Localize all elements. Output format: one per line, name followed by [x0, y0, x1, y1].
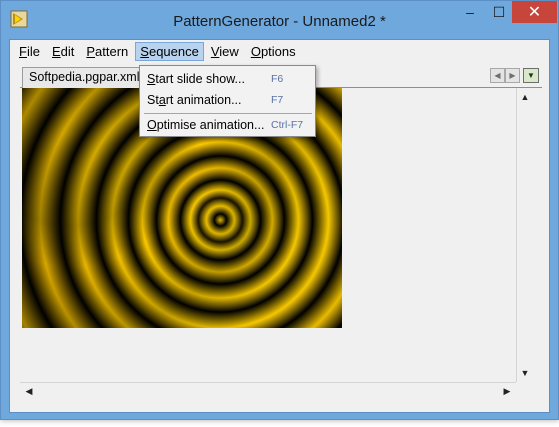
start-slide-show-item[interactable]: Start slide show... F6	[141, 68, 314, 90]
close-button[interactable]: ✕	[512, 1, 557, 23]
menu-sequence[interactable]: Sequence	[135, 41, 204, 61]
menu-file[interactable]: File	[14, 42, 45, 61]
app-window: PatternGenerator - Unnamed2 * – ☐ ✕ File…	[0, 0, 559, 420]
shortcut-label: F6	[271, 73, 284, 85]
shortcut-label: F7	[271, 94, 284, 106]
minimize-button[interactable]: –	[456, 1, 484, 23]
tab-softpedia[interactable]: Softpedia.pgpar.xml	[22, 67, 147, 88]
scroll-down-icon[interactable]: ▼	[518, 366, 532, 380]
sequence-dropdown-menu: Start slide show... F6 Start animation..…	[139, 65, 316, 137]
menu-bar: File Edit Pattern Sequence View Options	[10, 40, 549, 62]
tab-scroll-right-icon[interactable]: ▶	[505, 68, 520, 83]
horizontal-scrollbar[interactable]: ◀ ▶	[20, 382, 516, 398]
shortcut-label: Ctrl-F7	[271, 119, 304, 131]
vertical-scrollbar[interactable]: ▲ ▼	[516, 88, 532, 382]
menu-edit[interactable]: Edit	[47, 42, 79, 61]
tab-scroll-left-icon[interactable]: ◀	[490, 68, 505, 83]
optimise-animation-item[interactable]: Optimise animation... Ctrl-F7	[141, 114, 314, 136]
menu-pattern[interactable]: Pattern	[81, 42, 133, 61]
scroll-right-icon[interactable]: ▶	[500, 384, 514, 398]
menu-view[interactable]: View	[206, 42, 244, 61]
start-animation-item[interactable]: Start animation... F7	[141, 89, 314, 111]
title-bar[interactable]: PatternGenerator - Unnamed2 * – ☐ ✕	[1, 1, 558, 39]
tab-list-dropdown-icon[interactable]: ▼	[523, 68, 539, 83]
scroll-up-icon[interactable]: ▲	[518, 90, 532, 104]
scroll-left-icon[interactable]: ◀	[22, 384, 36, 398]
maximize-button[interactable]: ☐	[485, 1, 513, 23]
scrollbar-corner	[516, 382, 532, 398]
menu-options[interactable]: Options	[246, 42, 301, 61]
